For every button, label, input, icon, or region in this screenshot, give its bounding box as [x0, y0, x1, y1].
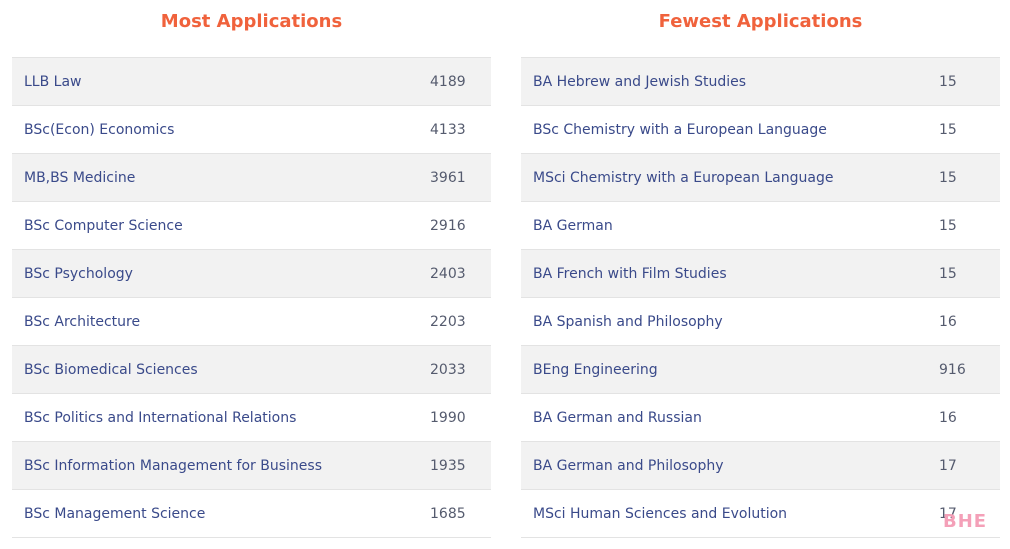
course-name: BA French with Film Studies: [533, 265, 727, 282]
course-name: BSc Biomedical Sciences: [24, 361, 198, 378]
application-count: 2033: [430, 361, 466, 378]
table-row: MSci Chemistry with a European Language 1…: [521, 154, 1000, 202]
table-row: BSc Computer Science 2916: [12, 202, 491, 250]
course-name: BSc Psychology: [24, 265, 133, 282]
course-name: BA German and Russian: [533, 409, 702, 426]
most-applications-panel: Most Applications LLB Law 4189 BSc(Econ) …: [12, 0, 491, 538]
table-row: BA German 15: [521, 202, 1000, 250]
course-name: BSc(Econ) Economics: [24, 121, 175, 138]
course-name: MSci Chemistry with a European Language: [533, 169, 834, 186]
application-count: 16: [939, 409, 957, 426]
table-row: BSc Chemistry with a European Language 15: [521, 106, 1000, 154]
application-count: 15: [939, 73, 957, 90]
course-name: BA Hebrew and Jewish Studies: [533, 73, 747, 90]
most-applications-table: LLB Law 4189 BSc(Econ) Economics 4133 MB,B…: [12, 57, 491, 538]
course-name: BSc Politics and International Relations: [24, 409, 297, 426]
fewest-applications-table: BA Hebrew and Jewish Studies 15 BSc Chemi…: [521, 57, 1000, 538]
course-name: MSci Human Sciences and Evolution: [533, 505, 788, 522]
table-row: BA Spanish and Philosophy 16: [521, 298, 1000, 346]
table-row: BSc Information Management for Business 1…: [12, 442, 491, 490]
course-name: BSc Information Management for Business: [24, 457, 322, 474]
most-applications-title: Most Applications: [160, 11, 343, 32]
application-count: 3961: [430, 169, 466, 186]
application-count: 916: [939, 361, 966, 378]
table-row: BSc Biomedical Sciences 2033: [12, 346, 491, 394]
table-row: LLB Law 4189: [12, 58, 491, 106]
table-row: BSc(Econ) Economics 4133: [12, 106, 491, 154]
course-name: BSc Management Science: [24, 505, 206, 522]
table-row: MB,BS Medicine 3961: [12, 154, 491, 202]
table-row: BA Hebrew and Jewish Studies 15: [521, 58, 1000, 106]
table-row: BEng Engineering 916: [521, 346, 1000, 394]
application-count: 15: [939, 265, 957, 282]
table-row: BSc Politics and International Relations…: [12, 394, 491, 442]
course-name: BA Spanish and Philosophy: [533, 313, 723, 330]
course-name: BSc Chemistry with a European Language: [533, 121, 827, 138]
application-count: 2403: [430, 265, 466, 282]
table-row: BSc Management Science 1685: [12, 490, 491, 538]
table-row: MSci Human Sciences and Evolution 17: [521, 490, 1000, 538]
table-row: BSc Architecture 2203: [12, 298, 491, 346]
table-row: BA German and Russian 16: [521, 394, 1000, 442]
application-count: 4133: [430, 121, 466, 138]
application-count: 2916: [430, 217, 466, 234]
course-name: BSc Computer Science: [24, 217, 183, 234]
application-count: 4189: [430, 73, 466, 90]
application-count: 2203: [430, 313, 466, 330]
application-count: 15: [939, 217, 957, 234]
bhe-watermark-logo: BHE: [943, 511, 988, 532]
application-count: 17: [939, 457, 957, 474]
course-name: LLB Law: [24, 73, 82, 90]
table-row: BSc Psychology 2403: [12, 250, 491, 298]
fewest-applications-title: Fewest Applications: [658, 11, 863, 32]
course-name: BA German and Philosophy: [533, 457, 724, 474]
application-count: 15: [939, 121, 957, 138]
course-name: BA German: [533, 217, 613, 234]
course-name: BSc Architecture: [24, 313, 141, 330]
application-count: 15: [939, 169, 957, 186]
table-row: BA French with Film Studies 15: [521, 250, 1000, 298]
application-count: 16: [939, 313, 957, 330]
application-count: 1990: [430, 409, 466, 426]
course-name: BEng Engineering: [533, 361, 658, 378]
application-count: 1685: [430, 505, 466, 522]
course-name: MB,BS Medicine: [24, 169, 136, 186]
fewest-applications-panel: Fewest Applications BA Hebrew and Jewish…: [521, 0, 1000, 538]
application-count: 1935: [430, 457, 466, 474]
table-row: BA German and Philosophy 17: [521, 442, 1000, 490]
